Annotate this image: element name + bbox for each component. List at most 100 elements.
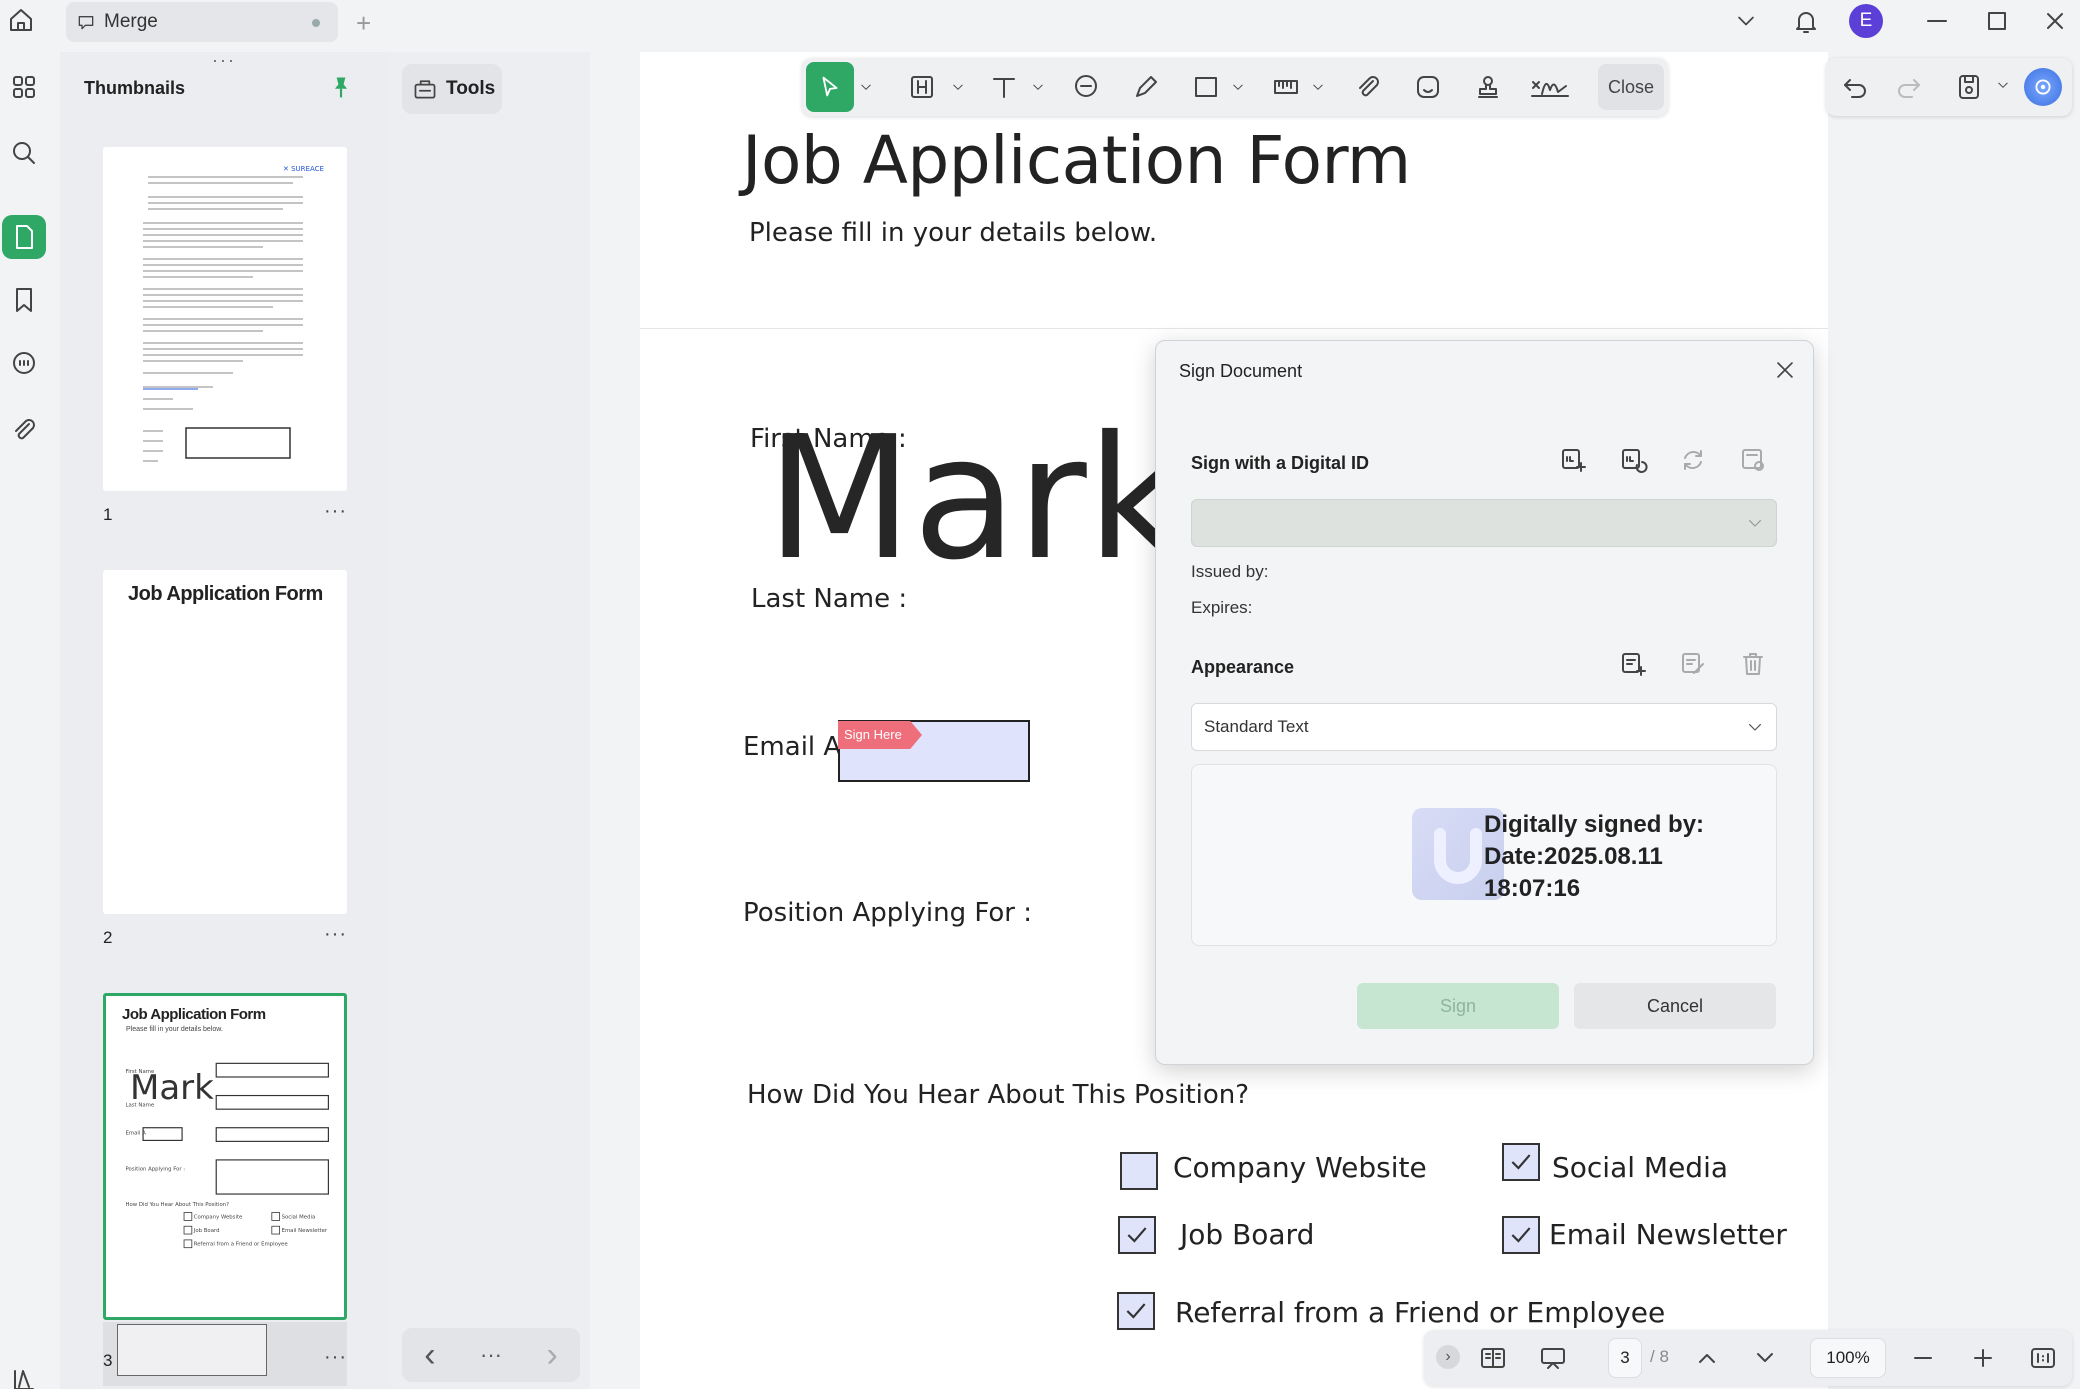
chevron-down-icon[interactable] — [1733, 8, 1759, 34]
chevron-down-icon[interactable] — [1308, 64, 1328, 110]
highlight-icon[interactable] — [902, 64, 942, 110]
chevron-down-icon[interactable] — [1228, 64, 1248, 110]
minimize-icon[interactable] — [1922, 6, 1952, 36]
checkbox-company-website[interactable] — [1120, 1152, 1158, 1190]
checkbox-social-media[interactable] — [1502, 1143, 1540, 1181]
close-window-icon[interactable] — [2040, 6, 2070, 36]
thumbnail-more-button[interactable]: ··· — [324, 500, 347, 523]
search-icon[interactable] — [2, 131, 46, 175]
comments-icon[interactable] — [2, 342, 46, 386]
appearance-select[interactable]: Standard Text — [1191, 703, 1777, 751]
sign-button[interactable]: Sign — [1357, 983, 1559, 1029]
comment-icon[interactable] — [1066, 64, 1106, 110]
attachment-icon[interactable] — [2, 408, 46, 452]
document-subtitle: Please fill in your details below. — [749, 218, 1158, 248]
chevron-down-icon[interactable] — [1996, 78, 2010, 92]
drag-handle[interactable]: ··· — [212, 50, 236, 71]
option-label: Company Website — [1173, 1151, 1427, 1184]
avatar[interactable]: E — [1849, 4, 1883, 38]
page-total: / 8 — [1650, 1347, 1669, 1366]
zoom-in-icon[interactable] — [1968, 1343, 1998, 1373]
zoom-level[interactable]: 100% — [1810, 1338, 1886, 1378]
undo-icon[interactable] — [1840, 72, 1870, 102]
sign-here-flag[interactable]: Sign Here — [838, 721, 922, 749]
tab-status-dot — [312, 19, 320, 27]
option-label: Job Board — [1180, 1218, 1315, 1251]
maximize-icon[interactable] — [1982, 6, 2012, 36]
thumbnail-page-2[interactable]: Job Application Form — [103, 570, 347, 914]
bell-icon[interactable] — [1791, 6, 1821, 36]
grid-icon[interactable] — [2, 65, 46, 109]
chevron-up-icon[interactable] — [1692, 1343, 1722, 1373]
thumbnail-page-4[interactable] — [103, 1322, 347, 1386]
pages-icon[interactable] — [2, 215, 46, 259]
actual-size-icon[interactable] — [2028, 1343, 2058, 1373]
sign-document-dialog: Sign Document Sign with a Digital ID Iss… — [1155, 340, 1814, 1065]
thumbnail-more-button[interactable]: ··· — [324, 1346, 347, 1369]
digital-id-select[interactable] — [1191, 499, 1777, 547]
thumbnail-field — [117, 1324, 267, 1376]
thumbnail-number: 2 — [103, 928, 113, 947]
checkbox-job-board[interactable] — [1118, 1216, 1156, 1254]
rectangle-icon[interactable] — [1186, 64, 1226, 110]
redo-icon[interactable] — [1894, 72, 1924, 102]
thumbnail-page-3[interactable]: Job Application Form Please fill in your… — [103, 993, 347, 1320]
previous-page-button[interactable]: ‹ — [424, 1336, 435, 1375]
dialog-title: Sign Document — [1179, 361, 1303, 381]
thumbnail-page-1[interactable]: ✕ SUREACE — [103, 147, 347, 491]
checkbox-referral[interactable] — [1117, 1292, 1155, 1330]
email-label: Email A — [743, 732, 842, 762]
sticker-icon[interactable] — [1408, 64, 1448, 110]
chevron-down-icon[interactable] — [1028, 64, 1048, 110]
save-icon[interactable] — [1954, 72, 1984, 102]
expand-icon[interactable]: › — [1436, 1345, 1460, 1369]
document-tab[interactable]: Merge — [66, 2, 338, 42]
presentation-icon[interactable] — [1538, 1343, 1568, 1373]
preview-date: Date:2025.08.11 — [1484, 843, 1663, 870]
pen-icon[interactable] — [1126, 64, 1166, 110]
more-options-button[interactable]: ··· — [480, 1342, 502, 1368]
ai-assistant-icon[interactable] — [2024, 68, 2062, 106]
select-tool-button[interactable] — [806, 62, 854, 112]
position-label: Position Applying For : — [743, 898, 1033, 928]
refresh-icon[interactable] — [1678, 445, 1708, 475]
checkmark-icon — [1127, 1227, 1147, 1243]
signature-icon[interactable] — [1526, 64, 1574, 110]
view-id-icon[interactable] — [1738, 445, 1768, 475]
cancel-button[interactable]: Cancel — [1574, 983, 1776, 1029]
thumbnail-more-button[interactable]: ··· — [324, 923, 347, 946]
next-page-button[interactable]: › — [546, 1336, 557, 1375]
svg-text:Last Name: Last Name — [126, 1102, 155, 1108]
zoom-out-icon[interactable] — [1908, 1343, 1938, 1373]
import-id-icon[interactable] — [1618, 445, 1648, 475]
pin-icon[interactable] — [328, 74, 354, 100]
bookmark-icon[interactable] — [2, 278, 46, 322]
chevron-down-icon[interactable] — [948, 64, 968, 110]
svg-text:First Name: First Name — [126, 1069, 155, 1075]
add-id-icon[interactable] — [1558, 445, 1588, 475]
svg-text:Position Applying For :: Position Applying For : — [126, 1167, 186, 1173]
option-label: Email Newsletter — [1549, 1218, 1787, 1251]
delete-appearance-icon[interactable] — [1738, 649, 1768, 679]
first-name-value[interactable]: Mark — [766, 414, 1185, 584]
close-icon[interactable] — [1772, 357, 1798, 383]
close-toolbar-button[interactable]: Close — [1598, 64, 1664, 110]
checkbox-email-newsletter[interactable] — [1502, 1216, 1540, 1254]
new-appearance-icon[interactable] — [1618, 649, 1648, 679]
home-icon[interactable] — [6, 5, 36, 35]
new-tab-icon[interactable]: + — [356, 8, 371, 39]
attachment-icon[interactable] — [1348, 64, 1388, 110]
chevron-down-icon[interactable] — [1750, 1343, 1780, 1373]
stamp-icon[interactable] — [1468, 64, 1508, 110]
reading-mode-icon[interactable] — [1478, 1343, 1508, 1373]
chevron-down-icon[interactable] — [856, 64, 876, 110]
measure-icon[interactable] — [1266, 64, 1306, 110]
appearance-value: Standard Text — [1204, 717, 1309, 736]
library-icon[interactable] — [2, 1358, 46, 1389]
edit-appearance-icon[interactable] — [1678, 649, 1708, 679]
appearance-heading: Appearance — [1191, 657, 1295, 677]
thumbnail-heading: Job Application Form — [128, 583, 323, 605]
tools-button[interactable]: Tools — [402, 64, 502, 114]
page-number-input[interactable]: 3 — [1608, 1338, 1642, 1378]
text-icon[interactable] — [984, 64, 1024, 110]
